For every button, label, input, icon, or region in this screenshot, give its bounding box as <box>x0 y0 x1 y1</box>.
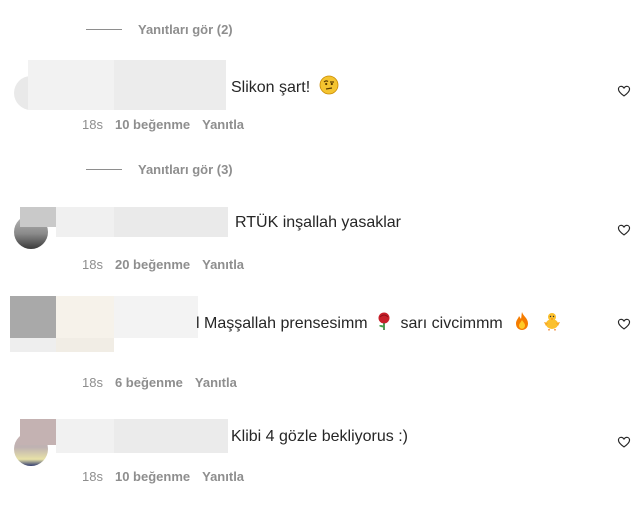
comment-text: Klibi 4 gözle bekliyorus :) <box>231 428 408 445</box>
view-replies-toggle[interactable]: Yanıtları gör (2) <box>86 22 233 37</box>
comment-meta: 18s 10 beğenme Yanıtla <box>82 117 244 132</box>
likes-count[interactable]: 10 beğenme <box>115 117 190 132</box>
blurred-username <box>114 60 226 110</box>
blurred-username <box>114 296 198 338</box>
reply-button[interactable]: Yanıtla <box>195 375 237 390</box>
blurred-username <box>56 419 114 453</box>
like-heart-icon[interactable] <box>617 435 631 449</box>
view-replies-label: Yanıtları gör (3) <box>138 162 233 177</box>
blurred-username <box>114 419 228 453</box>
like-heart-icon[interactable] <box>617 84 631 98</box>
comment-time: 18s <box>82 375 103 390</box>
comment-text: RTÜK inşallah yasaklar <box>235 214 401 231</box>
blurred-username <box>56 338 114 352</box>
blurred-username <box>56 207 114 237</box>
comment-meta: 18s 10 beğenme Yanıtla <box>82 469 244 484</box>
comment-meta: 18s 6 beğenme Yanıtla <box>82 375 237 390</box>
comment-time: 18s <box>82 469 103 484</box>
fire-icon <box>516 312 529 330</box>
comment-time: 18s <box>82 257 103 272</box>
like-heart-icon[interactable] <box>617 223 631 237</box>
rose-icon <box>378 312 390 330</box>
view-replies-toggle[interactable]: Yanıtları gör (3) <box>86 162 233 177</box>
face-with-raised-eyebrow-icon <box>319 75 338 95</box>
blurred-username <box>10 338 56 352</box>
reply-button[interactable]: Yanıtla <box>202 257 244 272</box>
reply-button[interactable]: Yanıtla <box>202 117 244 132</box>
reply-button[interactable]: Yanıtla <box>202 469 244 484</box>
blurred-username <box>56 296 114 338</box>
blurred-username <box>114 207 228 237</box>
blurred-username <box>28 60 114 110</box>
comment-text: l Maşşallah prensesimm sarı civcimmm <box>196 311 562 333</box>
blurred-username <box>20 207 56 227</box>
likes-count[interactable]: 10 beğenme <box>115 469 190 484</box>
like-heart-icon[interactable] <box>617 317 631 331</box>
blurred-username <box>20 419 56 445</box>
comment-time: 18s <box>82 117 103 132</box>
view-replies-label: Yanıtları gör (2) <box>138 22 233 37</box>
chick-icon <box>543 313 560 331</box>
replies-divider-line <box>86 29 122 30</box>
comment-text: Slikon şart! <box>231 75 339 97</box>
replies-divider-line <box>86 169 122 170</box>
likes-count[interactable]: 20 beğenme <box>115 257 190 272</box>
avatar[interactable] <box>10 296 56 338</box>
likes-count[interactable]: 6 beğenme <box>115 375 183 390</box>
comment-meta: 18s 20 beğenme Yanıtla <box>82 257 244 272</box>
